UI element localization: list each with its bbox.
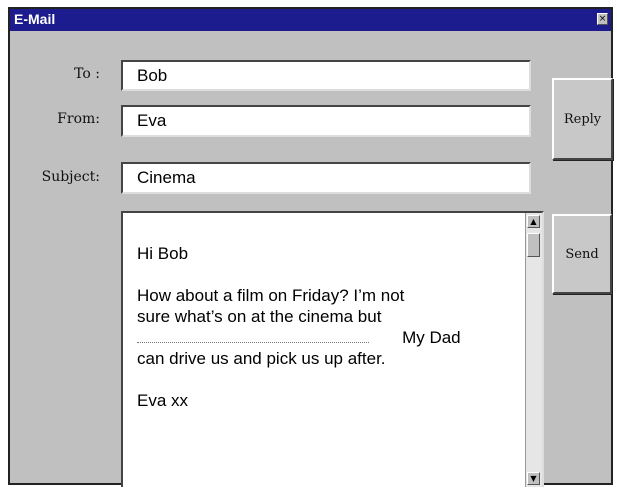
message-signoff: Eva xx xyxy=(137,391,189,410)
from-field[interactable]: Eva xyxy=(121,105,531,137)
message-greeting: Hi Bob xyxy=(137,244,189,263)
message-body[interactable]: Hi Bob How about a film on Friday? I’m n… xyxy=(121,211,544,487)
message-text: Hi Bob How about a film on Friday? I’m n… xyxy=(137,243,527,411)
send-button-label: Send xyxy=(565,246,599,262)
subject-field[interactable]: Cinema xyxy=(121,162,531,194)
reply-button-label: Reply xyxy=(563,111,602,127)
to-value: Bob xyxy=(137,65,168,85)
from-label: From: xyxy=(57,111,100,127)
scroll-thumb[interactable] xyxy=(527,233,540,257)
message-line-4: can drive us and pick us up after. xyxy=(137,349,386,368)
from-value: Eva xyxy=(137,111,167,130)
blank-to-fill xyxy=(137,328,369,343)
send-button[interactable]: Send xyxy=(552,214,612,294)
scroll-down-icon[interactable]: ▼ xyxy=(527,472,540,485)
message-line-2: sure what’s on at the cinema but xyxy=(137,307,382,326)
message-line-3: My Dad xyxy=(137,327,527,348)
email-window: E-Mail × To : Bob From: Eva Subject: Cin… xyxy=(8,7,613,487)
message-scrollbar[interactable]: ▲ ▼ xyxy=(525,213,542,487)
window-title: E-Mail xyxy=(14,11,56,27)
message-line-1: How about a film on Friday? I’m not xyxy=(137,286,405,305)
reply-button[interactable]: Reply xyxy=(552,78,613,160)
message-line-3-text: My Dad xyxy=(402,328,461,347)
subject-label: Subject: xyxy=(41,169,100,185)
to-field[interactable]: Bob xyxy=(121,60,531,91)
scroll-up-icon[interactable]: ▲ xyxy=(527,215,540,228)
close-icon[interactable]: × xyxy=(597,13,608,25)
to-label: To : xyxy=(74,66,100,82)
title-bar[interactable]: E-Mail × xyxy=(10,9,611,31)
subject-value: Cinema xyxy=(137,168,196,187)
